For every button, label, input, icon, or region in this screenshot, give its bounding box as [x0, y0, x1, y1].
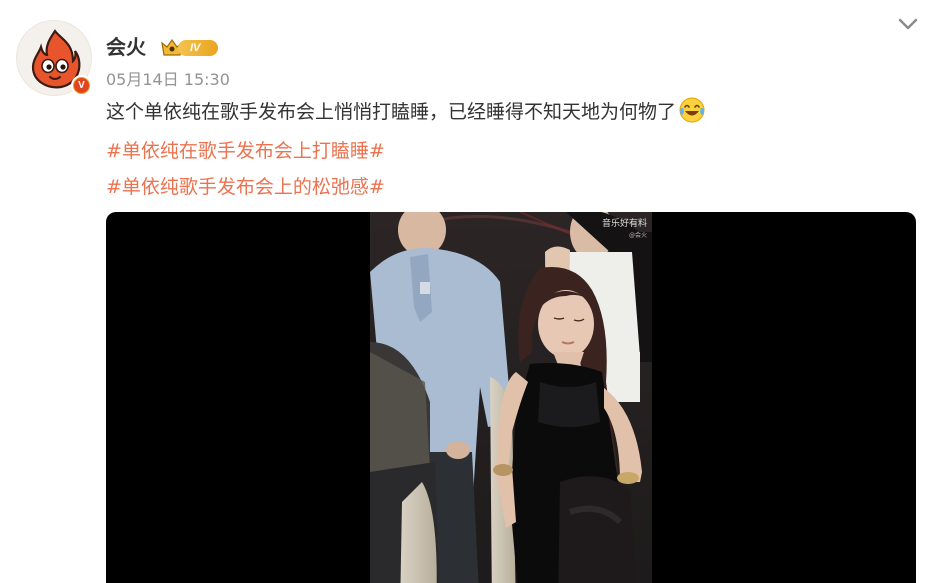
post-text: 这个单依纯在歌手发布会上悄悄打瞌睡，已经睡得不知天地为何物了: [106, 101, 677, 123]
watermark-label: 音乐好有料: [602, 219, 648, 229]
post-timestamp[interactable]: 05月14日 15:30: [106, 69, 230, 91]
verified-mark: V: [74, 78, 89, 93]
hashtag-link[interactable]: #单依纯在歌手发布会上打瞌睡#: [106, 137, 385, 165]
weibo-post-card: V 会火 IV 05月14日 15:30 这个单依纯在歌手发布会上悄悄打瞌睡，已…: [0, 0, 945, 583]
hashtag-link[interactable]: #单依纯歌手发布会上的松弛感#: [106, 173, 385, 201]
video-player[interactable]: 音乐好有料 @会火: [106, 212, 916, 583]
laughing-tears-emoji-icon: [679, 97, 705, 123]
username[interactable]: 会火: [106, 34, 146, 60]
video-watermark: 音乐好有料 @会火: [602, 218, 647, 242]
post-content: 这个单依纯在歌手发布会上悄悄打瞌睡，已经睡得不知天地为何物了: [106, 96, 706, 127]
chevron-down-icon[interactable]: [896, 13, 920, 35]
video-still-image: [370, 212, 652, 583]
level-label: IV: [178, 40, 218, 56]
level-badge[interactable]: IV: [160, 37, 218, 58]
avatar[interactable]: V: [16, 20, 92, 96]
video-frame: 音乐好有料 @会火: [370, 212, 652, 583]
verified-badge-icon: V: [71, 75, 92, 96]
watermark-handle: @会火: [629, 232, 648, 239]
